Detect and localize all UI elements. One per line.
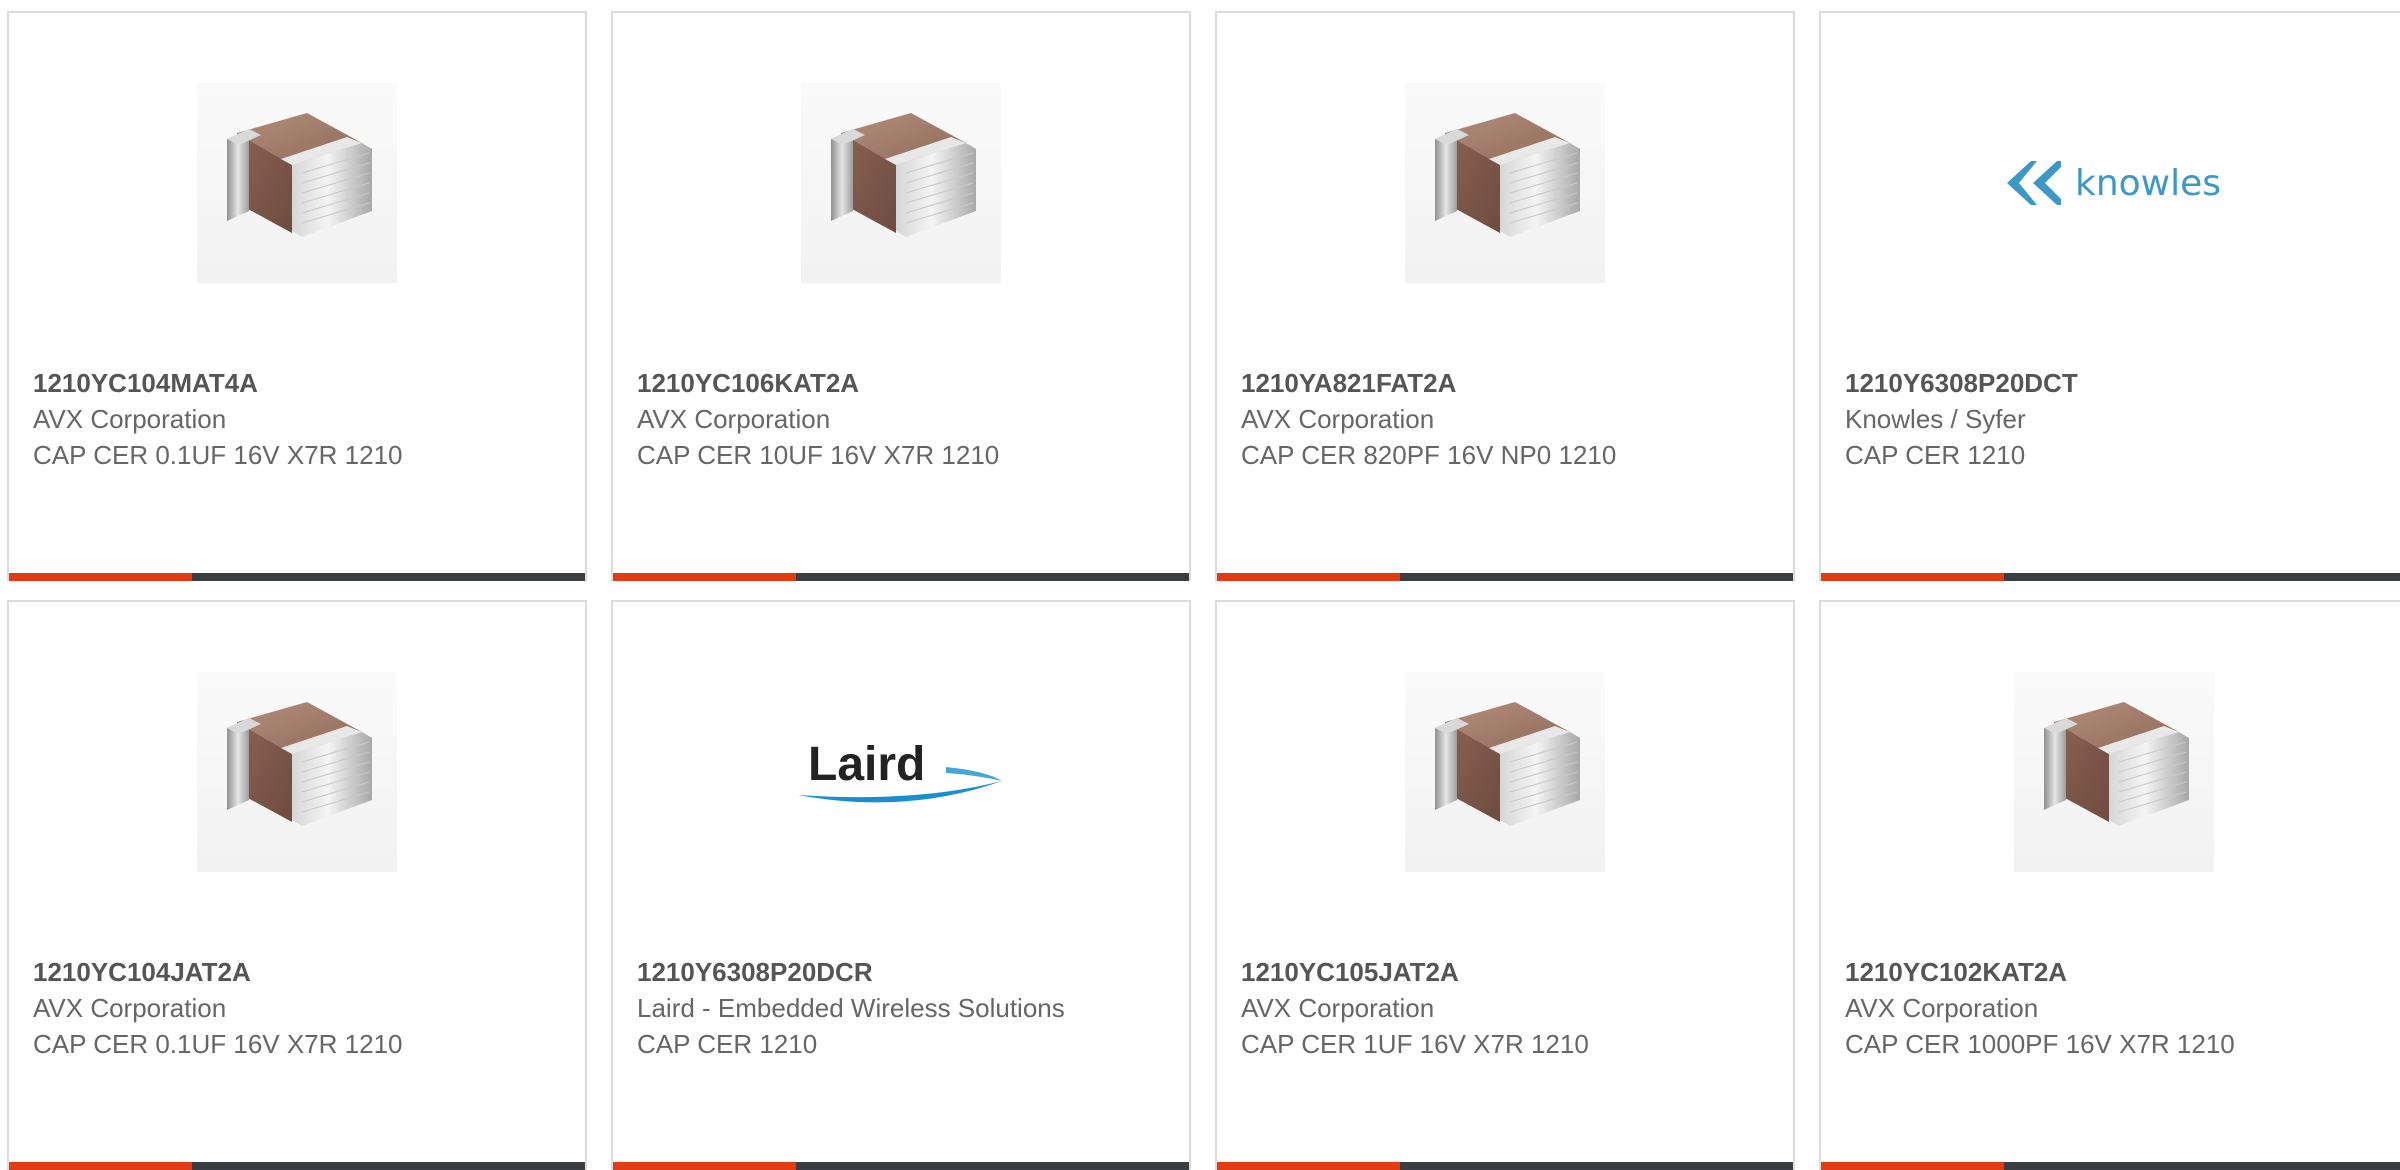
product-card[interactable]: 1210YC104MAT4A AVX Corporation CAP CER 0… [7,11,587,581]
card-accent-bar [1217,1162,1400,1170]
knowles-logo: knowles [2006,161,2222,205]
part-number-link[interactable]: 1210YC104JAT2A [33,954,565,990]
product-card[interactable]: 1210YA821FAT2A AVX Corporation CAP CER 8… [1215,11,1795,581]
card-footer-bar [9,573,585,581]
manufacturer-name: Laird - Embedded Wireless Solutions [637,993,1065,1023]
card-accent-bar [1217,573,1400,581]
manufacturer-name: AVX Corporation [1241,404,1435,434]
product-card[interactable]: Laird 1210Y6308P20DCR Laird - Embedded W… [611,600,1191,1170]
card-accent-bar [9,1162,192,1170]
manufacturer-name: AVX Corporation [33,993,227,1023]
product-description: CAP CER 10UF 16V X7R 1210 [637,440,1000,470]
laird-swoosh-icon [798,767,1002,803]
product-image [1217,83,1793,283]
product-description: CAP CER 1UF 16V X7R 1210 [1241,1029,1589,1059]
product-image: Laird [613,672,1189,872]
product-image [1821,672,2400,872]
part-number-link[interactable]: 1210YC105JAT2A [1241,954,1773,990]
product-description: CAP CER 1210 [637,1029,818,1059]
laird-logo: Laird [796,737,1006,807]
knowles-chevron-icon [2006,161,2061,205]
product-card[interactable]: knowles 1210Y6308P20DCT Knowles / Syfer … [1819,11,2400,581]
product-image [1217,672,1793,872]
manufacturer-name: Knowles / Syfer [1845,404,2026,434]
card-footer-bar [1217,573,1793,581]
manufacturer-name: AVX Corporation [1241,993,1435,1023]
part-number-link[interactable]: 1210YA821FAT2A [1241,365,1773,401]
card-accent-bar [1821,573,2004,581]
product-description: CAP CER 1210 [1845,440,2026,470]
manufacturer-name: AVX Corporation [33,404,227,434]
ceramic-capacitor-icon [1405,83,1605,283]
ceramic-capacitor-icon [1405,672,1605,872]
knowles-logo-text: knowles [2074,162,2222,204]
part-number-link[interactable]: 1210YC106KAT2A [637,365,1169,401]
card-footer-bar [613,573,1189,581]
product-grid: 1210YC104MAT4A AVX Corporation CAP CER 0… [0,0,2400,1170]
card-accent-bar [613,1162,796,1170]
part-number-link[interactable]: 1210Y6308P20DCR [637,954,1169,990]
product-image [613,83,1189,283]
product-image [9,83,585,283]
product-description: CAP CER 0.1UF 16V X7R 1210 [33,1029,403,1059]
part-number-link[interactable]: 1210YC102KAT2A [1845,954,2387,990]
product-description: CAP CER 1000PF 16V X7R 1210 [1845,1029,2235,1059]
product-card[interactable]: 1210YC102KAT2A AVX Corporation CAP CER 1… [1819,600,2400,1170]
card-footer-bar [1217,1162,1793,1170]
product-card[interactable]: 1210YC104JAT2A AVX Corporation CAP CER 0… [7,600,587,1170]
product-card[interactable]: 1210YC106KAT2A AVX Corporation CAP CER 1… [611,11,1191,581]
ceramic-capacitor-icon [197,672,397,872]
card-footer-bar [9,1162,585,1170]
card-footer-bar [613,1162,1189,1170]
card-accent-bar [613,573,796,581]
card-footer-bar [1821,1162,2400,1170]
card-accent-bar [9,573,192,581]
ceramic-capacitor-icon [197,83,397,283]
ceramic-capacitor-icon [2014,672,2214,872]
part-number-link[interactable]: 1210Y6308P20DCT [1845,365,2387,401]
part-number-link[interactable]: 1210YC104MAT4A [33,365,565,401]
product-image [9,672,585,872]
card-accent-bar [1821,1162,2004,1170]
product-description: CAP CER 0.1UF 16V X7R 1210 [33,440,403,470]
product-card[interactable]: 1210YC105JAT2A AVX Corporation CAP CER 1… [1215,600,1795,1170]
manufacturer-name: AVX Corporation [1845,993,2039,1023]
product-description: CAP CER 820PF 16V NP0 1210 [1241,440,1617,470]
manufacturer-name: AVX Corporation [637,404,831,434]
product-image: knowles [1821,83,2400,283]
ceramic-capacitor-icon [801,83,1001,283]
card-footer-bar [1821,573,2400,581]
